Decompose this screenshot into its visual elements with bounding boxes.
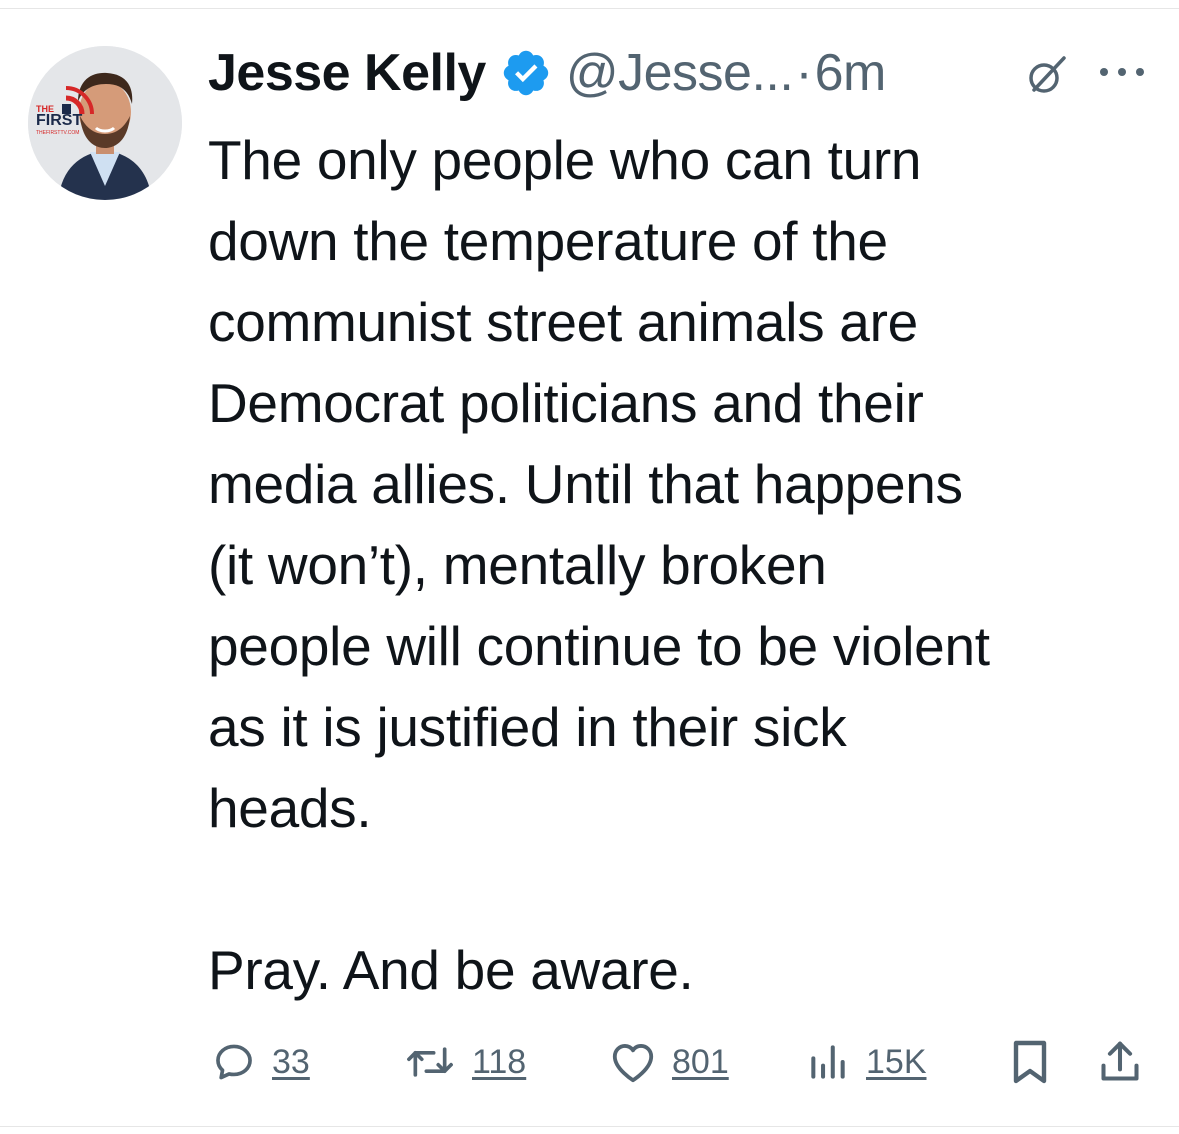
handle[interactable]: @Jesse... <box>566 43 794 103</box>
like-button[interactable]: 801 <box>610 1030 729 1094</box>
more-dots-icon[interactable] <box>1096 62 1148 82</box>
grok-icon[interactable] <box>1024 52 1070 98</box>
repost-button[interactable]: 118 <box>404 1030 526 1094</box>
bookmark-button[interactable] <box>1008 1030 1052 1094</box>
tweet-text: The only people who can turn down the te… <box>208 120 1158 1011</box>
tweet-text-line: (it won’t), mentally broken <box>208 534 827 596</box>
top-divider <box>0 8 1179 9</box>
tweet-text-line: The only people who can turn <box>208 129 922 191</box>
heart-icon <box>612 1043 654 1083</box>
avatar[interactable]: THE FIRST THEFIRSTTV.COM <box>28 46 182 200</box>
bookmark-icon <box>1013 1040 1047 1084</box>
repost-count: 118 <box>472 1042 527 1081</box>
tweet-closing-line: Pray. And be aware. <box>208 939 694 1001</box>
views-count: 15K <box>866 1042 927 1081</box>
brand-logo-text-url: THEFIRSTTV.COM <box>36 130 80 136</box>
views-bar-chart-icon <box>811 1045 845 1079</box>
repost-arrows-icon <box>407 1047 453 1077</box>
share-upload-icon <box>1101 1041 1139 1081</box>
views-button[interactable]: 15K <box>806 1030 927 1094</box>
tweet-text-line: Democrat politicians and their <box>208 372 924 434</box>
action-bar: 33 118 801 15K <box>0 1030 1179 1094</box>
tweet-text-line: as it is justified in their sick <box>208 696 847 758</box>
display-name[interactable]: Jesse Kelly <box>208 43 486 103</box>
verified-badge-icon[interactable] <box>500 47 552 99</box>
tweet-text-line: people will continue to be violent <box>208 615 990 677</box>
timestamp[interactable]: 6m <box>815 43 887 103</box>
reply-bubble-icon <box>216 1044 252 1080</box>
share-button[interactable] <box>1098 1030 1142 1094</box>
brand-logo-text-first: FIRST <box>36 112 83 129</box>
like-count: 801 <box>672 1042 729 1081</box>
tweet-text-line: down the temperature of the <box>208 210 888 272</box>
header-separator: · <box>795 44 813 102</box>
tweet-text-line: communist street animals are <box>208 291 918 353</box>
bottom-divider <box>0 1126 1179 1127</box>
tweet-text-line: media allies. Until that happens <box>208 453 963 515</box>
reply-count: 33 <box>272 1042 310 1081</box>
tweet-text-line: heads. <box>208 777 372 839</box>
tweet-header: Jesse Kelly @Jesse... · 6m <box>208 38 886 108</box>
reply-button[interactable]: 33 <box>212 1030 310 1094</box>
